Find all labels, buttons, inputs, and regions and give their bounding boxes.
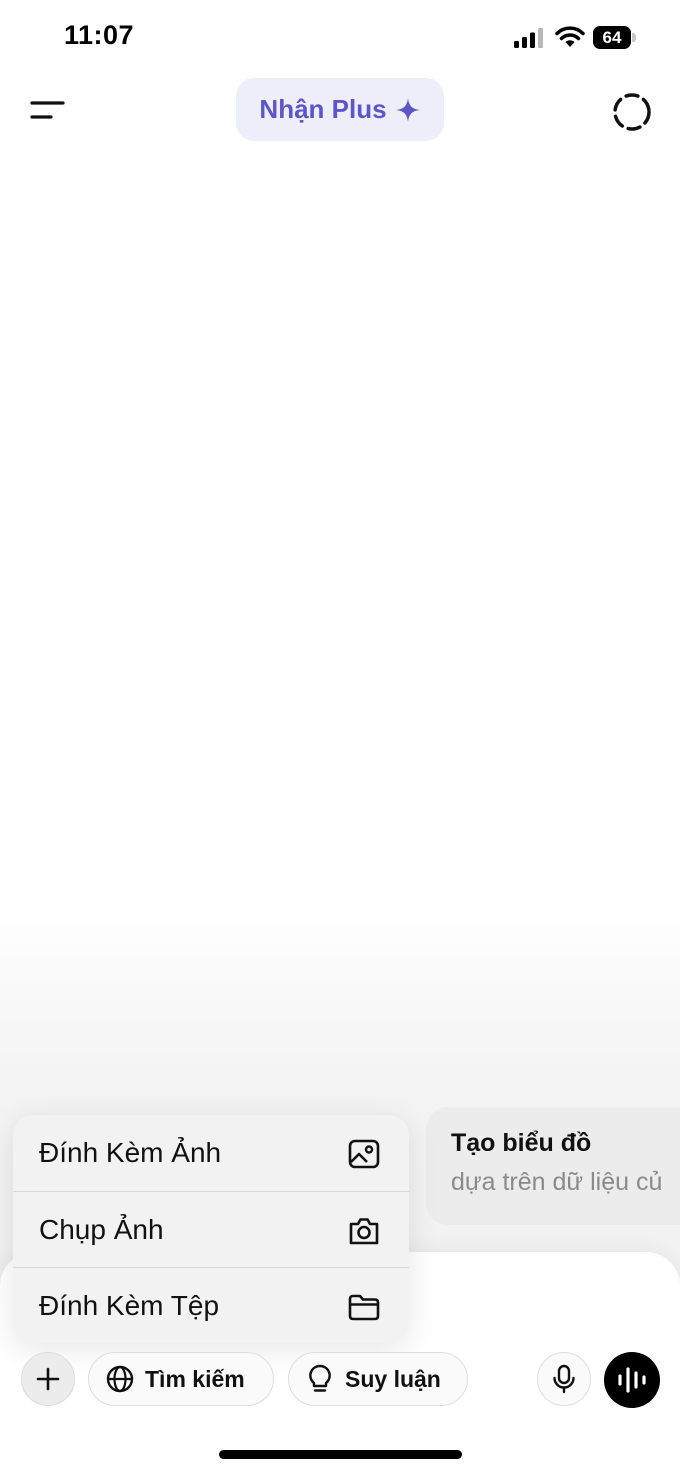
menu-item-take-photo[interactable]: Chụp Ảnh bbox=[13, 1191, 409, 1267]
reasoning-toggle[interactable]: Suy luận bbox=[288, 1352, 468, 1406]
menu-item-label: Đính Kèm Tệp bbox=[39, 1289, 220, 1321]
sparkle-icon bbox=[395, 97, 420, 122]
camera-icon bbox=[349, 1218, 379, 1245]
temporary-chat-icon[interactable] bbox=[610, 90, 654, 134]
voice-waveform-icon bbox=[618, 1367, 646, 1393]
lightbulb-icon bbox=[309, 1364, 331, 1392]
get-plus-label: Nhận Plus bbox=[259, 94, 387, 124]
get-plus-button[interactable]: Nhận Plus bbox=[236, 78, 444, 141]
microphone-button[interactable] bbox=[537, 1352, 591, 1406]
folder-icon bbox=[348, 1294, 380, 1321]
menu-item-label: Đính Kèm Ảnh bbox=[39, 1137, 222, 1168]
globe-icon bbox=[106, 1365, 134, 1393]
battery-icon: 64 bbox=[593, 26, 631, 49]
wifi-icon bbox=[555, 26, 585, 47]
status-bar: 11:07 64 bbox=[0, 0, 680, 76]
menu-item-attach-file[interactable]: Đính Kèm Tệp bbox=[13, 1267, 409, 1343]
menu-icon[interactable] bbox=[28, 96, 68, 126]
status-time: 11:07 bbox=[64, 20, 135, 50]
voice-mode-button[interactable] bbox=[604, 1352, 660, 1408]
home-indicator bbox=[219, 1450, 462, 1459]
microphone-icon bbox=[553, 1364, 575, 1394]
suggestion-card[interactable]: Tạo biểu đồ dựa trên dữ liệu củ bbox=[426, 1107, 680, 1225]
reasoning-label: Suy luận bbox=[345, 1365, 441, 1392]
battery-tip bbox=[632, 33, 636, 42]
image-icon bbox=[348, 1139, 380, 1169]
signal-icon bbox=[514, 28, 543, 48]
battery-level: 64 bbox=[602, 28, 622, 47]
suggestion-title: Tạo biểu đồ bbox=[451, 1129, 592, 1157]
attachment-menu: Đính Kèm Ảnh Chụp Ảnh Đính Kèm Tệp bbox=[13, 1115, 409, 1343]
suggestion-subtitle: dựa trên dữ liệu củ bbox=[451, 1168, 663, 1196]
plus-icon bbox=[36, 1367, 60, 1391]
search-toggle[interactable]: Tìm kiếm bbox=[88, 1352, 274, 1406]
search-label: Tìm kiếm bbox=[145, 1365, 245, 1392]
add-button[interactable] bbox=[21, 1352, 75, 1406]
menu-item-label: Chụp Ảnh bbox=[39, 1213, 164, 1245]
menu-item-attach-image[interactable]: Đính Kèm Ảnh bbox=[13, 1115, 409, 1191]
